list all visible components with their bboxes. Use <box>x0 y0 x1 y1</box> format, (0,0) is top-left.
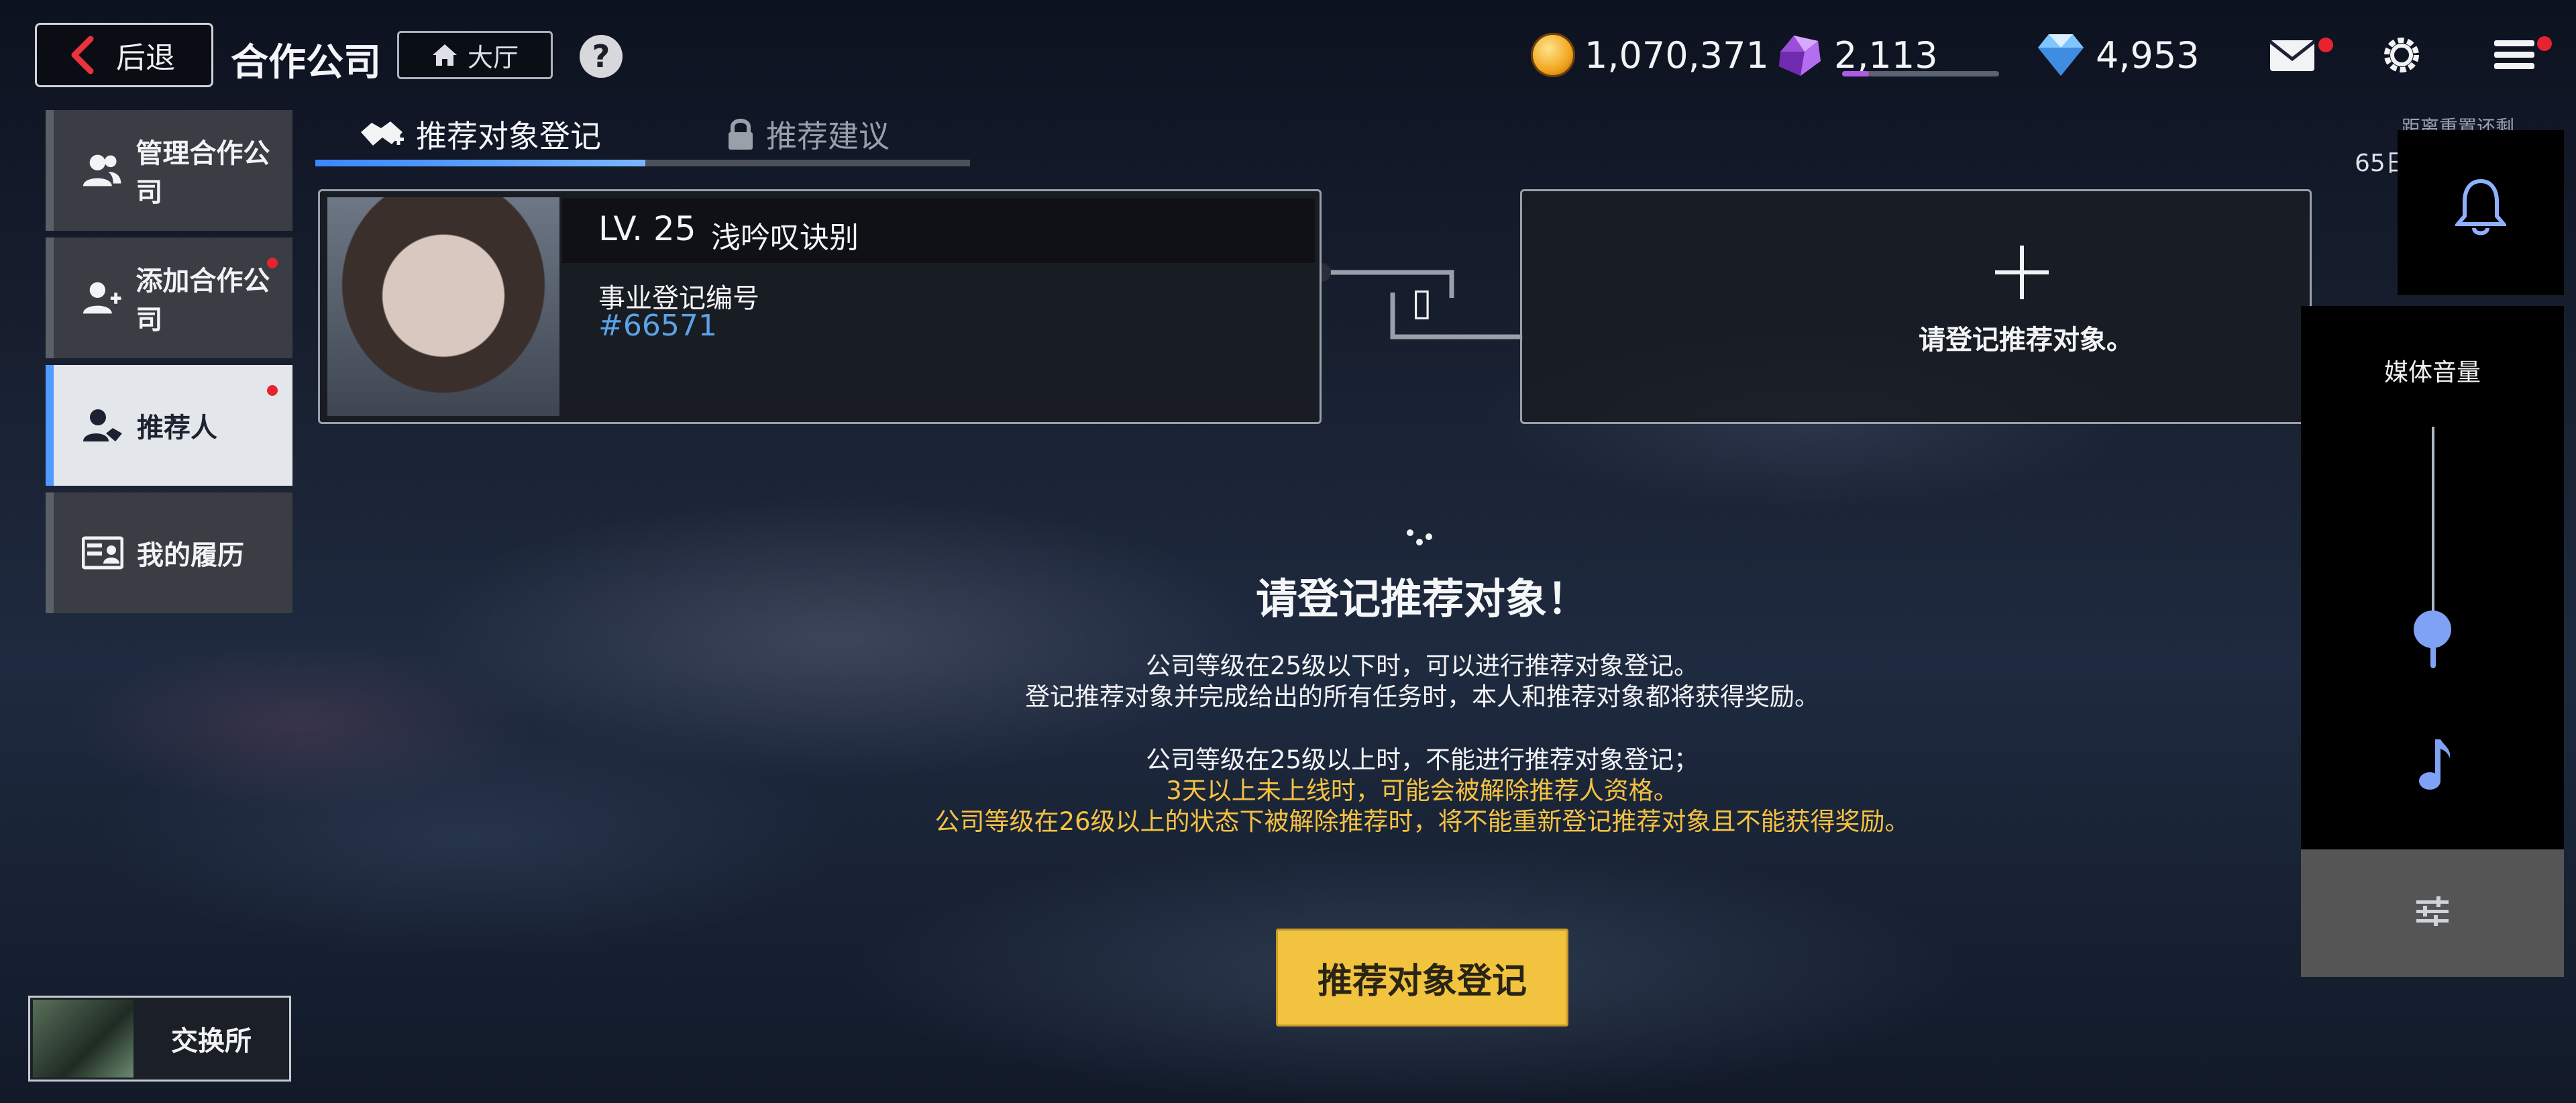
notification-dot <box>267 258 278 268</box>
gold-currency[interactable]: 1,070,371 <box>1531 27 1769 83</box>
add-user-icon <box>83 282 121 314</box>
purple-gem-icon <box>1779 36 1821 76</box>
handshake-icon <box>361 121 404 146</box>
sidebar-item-label: 添加合作公司 <box>136 266 270 335</box>
music-note-icon <box>2419 739 2451 790</box>
register-slot[interactable] <box>1520 189 2312 424</box>
profile-name: 浅吟叹诀别 <box>711 221 859 255</box>
home-icon <box>432 44 457 66</box>
connector-symbol: ▯ <box>1411 280 1432 324</box>
purple-gem-gauge-fill <box>1842 71 1869 76</box>
exchange-button[interactable]: 交换所 <box>28 996 291 1082</box>
blue-gem-amount: 4,953 <box>2096 34 2200 76</box>
sidebar-item-referrer[interactable]: 推荐人 <box>46 365 292 486</box>
hall-label: 大厅 <box>467 42 519 72</box>
chevron-left-icon <box>71 36 94 74</box>
menu-icon[interactable] <box>2493 38 2536 72</box>
gold-amount: 1,070,371 <box>1585 34 1769 76</box>
purple-gem-amount: 2,113 <box>1834 34 1938 76</box>
tab-indicator-active <box>315 160 645 166</box>
message-line: 登记推荐对象并完成给出的所有任务时，本人和推荐对象都将获得奖励。 <box>1025 682 1819 711</box>
tab-register-referral[interactable]: 推荐对象登记 <box>358 107 601 161</box>
sliders-icon <box>2416 896 2449 926</box>
blue-gem-currency[interactable]: 4,953 <box>2035 27 2200 83</box>
handshake-user-icon <box>83 409 122 441</box>
profile-level: LV. 25 <box>598 209 696 248</box>
tab-label: 推荐对象登记 <box>416 118 601 154</box>
mail-icon[interactable] <box>2269 39 2316 72</box>
gold-coin-icon <box>1531 33 1575 77</box>
volume-settings-button[interactable] <box>2301 849 2564 977</box>
sidebar-item-label: 推荐人 <box>137 413 217 443</box>
back-button[interactable]: 后退 <box>35 23 213 87</box>
sidebar-item-label: 管理合作公司 <box>136 138 270 208</box>
register-referral-button[interactable]: 推荐对象登记 <box>1276 929 1568 1027</box>
exchange-thumbnail <box>33 1000 133 1078</box>
lock-icon <box>729 119 753 150</box>
message-title: 请登记推荐对象！ <box>1255 574 1589 623</box>
volume-slider-track[interactable] <box>2432 427 2434 628</box>
purple-gem-gauge <box>1842 71 1999 76</box>
bell-icon <box>2455 178 2506 235</box>
back-label: 后退 <box>116 41 175 75</box>
gear-icon[interactable] <box>2380 34 2423 76</box>
exchange-label: 交换所 <box>171 1026 252 1057</box>
sidebar-item-add-partner[interactable]: 添加合作公司 <box>46 238 292 358</box>
notification-dot <box>267 385 278 396</box>
sidebar-item-manage-partners[interactable]: 管理合作公司 <box>46 110 292 231</box>
avatar <box>327 197 559 416</box>
users-icon <box>83 154 121 187</box>
volume-title: 媒体音量 <box>2383 359 2481 386</box>
register-slot-text: 请登记推荐对象。 <box>1919 325 2133 356</box>
tab-referral-suggestions[interactable]: 推荐建议 <box>726 107 890 161</box>
blue-diamond-icon <box>2038 34 2084 76</box>
menu-badge <box>2537 36 2552 51</box>
help-icon[interactable]: ? <box>580 35 623 78</box>
mail-badge <box>2318 38 2333 52</box>
warning-line: 公司等级在26级以上的状态下被解除推荐时，将不能重新登记推荐对象且不能获得奖励。 <box>934 807 1910 836</box>
register-referral-button-label: 推荐对象登记 <box>1317 961 1527 1002</box>
hall-button[interactable]: 大厅 <box>397 31 553 79</box>
tab-label: 推荐建议 <box>766 118 890 154</box>
volume-slider-knob[interactable] <box>2414 611 2451 648</box>
dots-icon <box>1407 529 1432 545</box>
tab-indicator-track <box>315 160 970 166</box>
page-title: 合作公司 <box>231 41 381 85</box>
notification-panel[interactable] <box>2398 130 2564 295</box>
volume-panel: 媒体音量 <box>2301 306 2564 977</box>
plus-icon[interactable] <box>1994 244 2050 301</box>
registration-number: #66571 <box>598 309 717 343</box>
